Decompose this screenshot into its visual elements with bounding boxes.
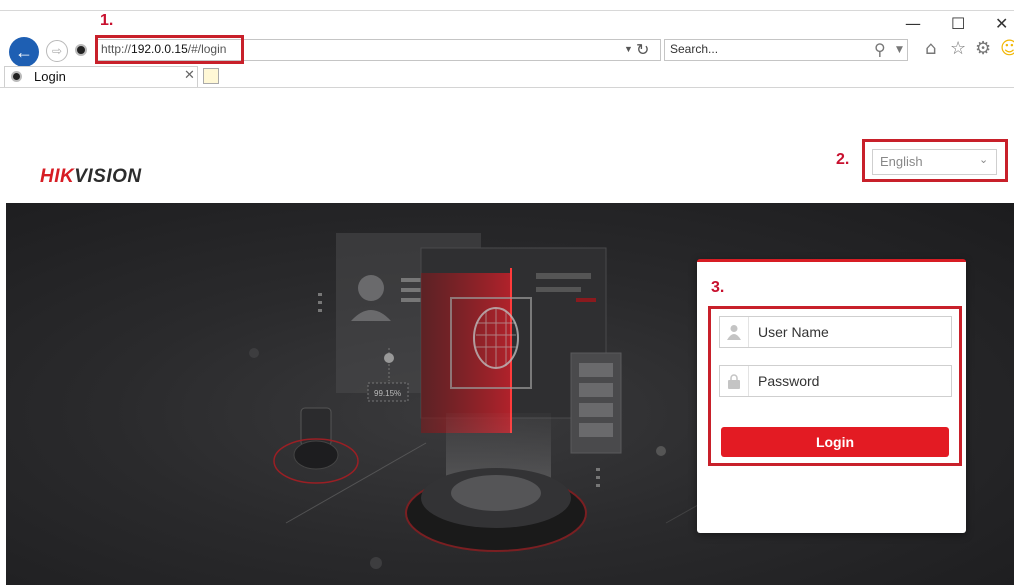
login-button-label: Login: [815, 434, 855, 450]
tab-favicon-icon: [11, 71, 22, 82]
address-dropdown-icon[interactable]: ▼: [624, 44, 633, 54]
annotation-label-2: 2.: [836, 151, 850, 168]
tab-title: Login: [34, 69, 66, 84]
lock-icon: [720, 366, 749, 396]
search-placeholder: Search...: [670, 42, 719, 56]
logo-vision-text: VISION: [74, 166, 142, 187]
favorites-star-icon[interactable]: ☆: [950, 38, 966, 59]
language-selected-value: English: [880, 154, 923, 169]
username-field[interactable]: [719, 316, 952, 348]
new-tab-icon[interactable]: [203, 68, 219, 84]
home-icon[interactable]: ⌂: [925, 38, 936, 59]
refresh-icon[interactable]: ↻: [636, 40, 649, 60]
arrow-right-icon: ⇨: [51, 44, 63, 58]
chevron-down-icon: ⌄: [979, 154, 989, 166]
smiley-feedback-icon[interactable]: ☺: [1000, 38, 1014, 59]
login-button[interactable]: Login: [721, 427, 949, 457]
password-field[interactable]: [719, 365, 952, 397]
close-window-button[interactable]: ✕: [995, 14, 1008, 33]
maximize-button[interactable]: ☐: [951, 14, 965, 33]
search-icon[interactable]: ⚲: [874, 40, 886, 59]
annotation-label-1: 1.: [100, 12, 114, 29]
minimize-button[interactable]: —: [905, 14, 921, 33]
user-icon: [720, 317, 749, 347]
search-dropdown-icon[interactable]: ▼: [896, 45, 903, 55]
annotation-box-url: [95, 35, 244, 64]
arrow-left-icon: ←: [15, 41, 33, 62]
match-score-text: 99.15%: [374, 389, 401, 398]
forward-button[interactable]: ⇨: [46, 40, 68, 62]
username-placeholder: User Name: [758, 324, 829, 340]
logo-hik-text: HIK: [40, 166, 75, 187]
tab-close-icon[interactable]: ✕: [184, 67, 195, 83]
hikvision-logo: HIKVISION: [40, 166, 142, 188]
site-favicon-icon: [75, 44, 87, 56]
window-top-border: [0, 0, 1014, 11]
password-placeholder: Password: [758, 373, 820, 389]
annotation-label-3: 3.: [711, 279, 725, 296]
back-button[interactable]: ←: [9, 37, 39, 67]
tabstrip-divider: [0, 87, 1014, 88]
settings-gear-icon[interactable]: ⚙: [975, 38, 991, 59]
